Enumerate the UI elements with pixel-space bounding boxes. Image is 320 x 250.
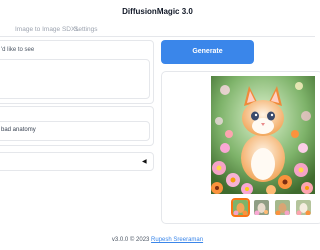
footer-version: v3.0.0 © 2023	[111, 237, 150, 243]
generated-image[interactable]	[211, 76, 315, 194]
negative-prompt-value: bad anatomy	[1, 127, 36, 133]
tab-image-to-image-sdxl[interactable]: Image to Image SDXL	[15, 26, 79, 33]
tab-settings[interactable]: Settings	[74, 26, 98, 33]
app-title: DiffusionMagic 3.0	[122, 7, 193, 16]
advanced-accordion[interactable]	[0, 152, 154, 171]
thumbnail[interactable]	[254, 200, 269, 215]
thumbnail[interactable]	[275, 200, 290, 215]
thumbnail[interactable]	[231, 198, 250, 217]
prompt-label: 'd like to see	[1, 47, 35, 53]
footer: v3.0.0 © 2023 Rupesh Sreeraman	[0, 237, 315, 243]
generate-button[interactable]: Generate	[161, 40, 254, 64]
thumbnail[interactable]	[296, 200, 311, 215]
accordion-arrow-icon[interactable]: ◀	[142, 158, 147, 165]
tab-bar-divider	[0, 36, 315, 37]
prompt-textarea[interactable]	[0, 59, 150, 99]
footer-author-link[interactable]: Rupesh Sreeraman	[151, 237, 203, 243]
